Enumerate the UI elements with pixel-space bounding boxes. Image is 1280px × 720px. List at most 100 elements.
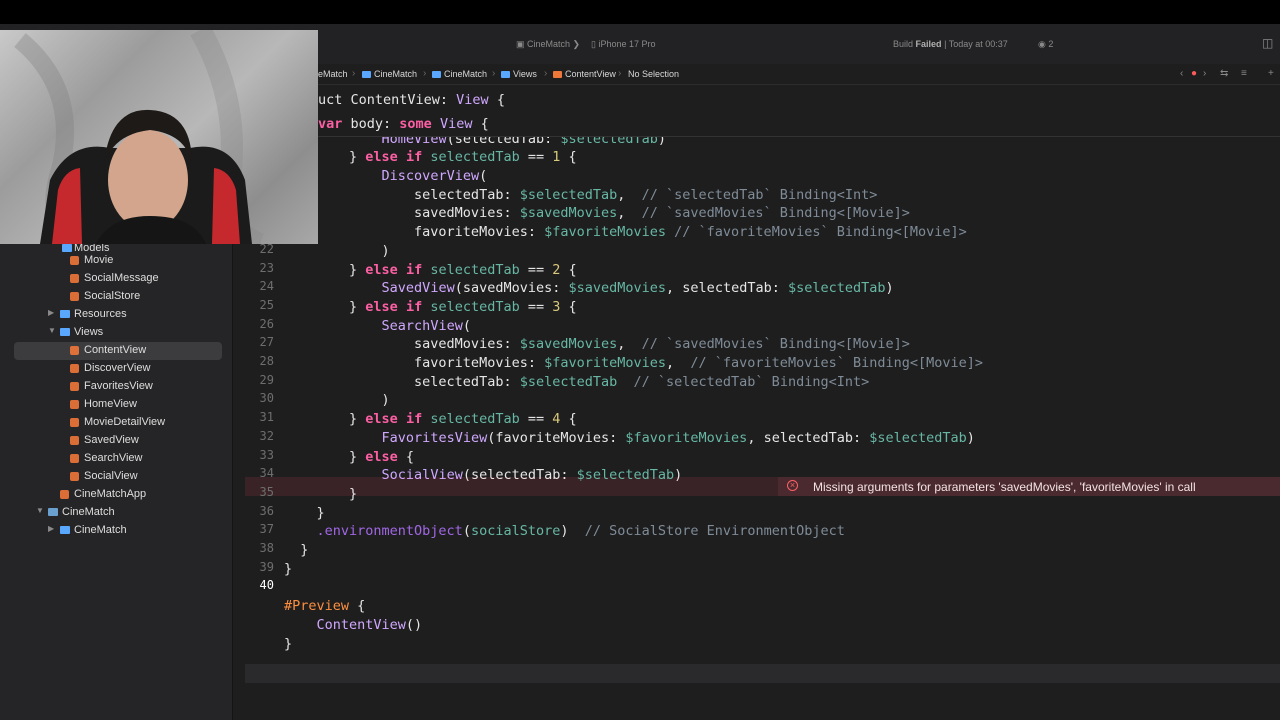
chevron-right-icon: › <box>423 68 427 79</box>
code-line[interactable]: SearchView( <box>284 318 471 334</box>
line-number: 38 <box>259 541 274 556</box>
disclosure-down-icon[interactable]: ▼ <box>48 326 56 335</box>
sticky-line-body: var body: some View { <box>318 116 489 132</box>
sidebar-item-searchview[interactable]: SearchView <box>14 450 222 468</box>
device-selector[interactable]: ▯ iPhone 17 Pro <box>591 39 656 50</box>
chevron-left-icon[interactable]: ‹ <box>1180 68 1183 79</box>
code-line[interactable]: } <box>284 561 292 577</box>
swift-file-icon <box>70 346 79 355</box>
webcam-overlay <box>0 30 318 244</box>
swift-file-icon <box>70 418 79 427</box>
sidebar-item-savedview[interactable]: SavedView <box>14 432 222 450</box>
sidebar-item-resources[interactable]: ▶ Resources <box>14 306 222 324</box>
code-line[interactable]: } <box>284 505 325 521</box>
folder-icon <box>60 526 70 534</box>
code-line[interactable]: .environmentObject(socialStore) // Socia… <box>284 523 845 539</box>
code-line[interactable]: } else if selectedTab == 4 { <box>284 411 577 427</box>
code-line[interactable]: } <box>284 486 357 502</box>
code-line[interactable]: savedMovies: $savedMovies, // `savedMovi… <box>284 336 910 352</box>
line-number: 40 <box>259 578 274 593</box>
code-line[interactable]: SavedView(savedMovies: $savedMovies, sel… <box>284 280 894 296</box>
sidebar-item-moviedetailview[interactable]: MovieDetailView <box>14 414 222 432</box>
inspector-toggle-icon[interactable]: ◫ <box>1262 36 1273 50</box>
sidebar-item-cinematch-folder[interactable]: ▶ CineMatch <box>14 522 222 540</box>
swift-file-icon <box>60 490 69 499</box>
code-line[interactable]: } else { <box>284 449 414 465</box>
swift-file-icon <box>70 256 79 265</box>
error-icon: × <box>787 480 798 491</box>
breadcrumb-folder-2[interactable]: CineMatch <box>432 69 487 79</box>
sidebar-item-cinematchapp[interactable]: CineMatchApp <box>14 486 222 504</box>
line-number: 31 <box>259 410 274 425</box>
code-line[interactable]: ) <box>284 243 390 259</box>
error-dot-icon[interactable]: ● <box>1191 68 1197 79</box>
disclosure-right-icon[interactable]: ▶ <box>48 308 54 317</box>
breadcrumb-project[interactable]: eMatch <box>318 69 348 79</box>
swift-file-icon <box>70 364 79 373</box>
folder-icon <box>432 71 441 78</box>
sidebar-item-socialview[interactable]: SocialView <box>14 468 222 486</box>
chevron-right-icon: › <box>544 68 548 79</box>
code-line[interactable]: } <box>284 636 292 652</box>
code-line[interactable]: #Preview { <box>284 598 365 614</box>
code-line[interactable]: favoriteMovies: $favoriteMovies // `favo… <box>284 224 967 240</box>
disclosure-down-icon[interactable]: ▼ <box>36 506 44 515</box>
line-number: 24 <box>259 279 274 294</box>
breadcrumb-folder-1[interactable]: CineMatch <box>362 69 417 79</box>
folder-icon <box>48 508 58 516</box>
folder-icon <box>60 328 70 336</box>
code-line[interactable]: savedMovies: $savedMovies, // `savedMovi… <box>284 205 910 221</box>
breadcrumb-file[interactable]: ContentView <box>553 69 616 79</box>
code-line[interactable]: SocialView(selectedTab: $selectedTab) <box>284 467 683 483</box>
code-line[interactable]: favoriteMovies: $favoriteMovies, // `fav… <box>284 355 983 371</box>
swift-file-icon <box>70 382 79 391</box>
code-line[interactable]: selectedTab: $selectedTab // `selectedTa… <box>284 374 869 390</box>
code-line[interactable]: FavoritesView(favoriteMovies: $favoriteM… <box>284 430 975 446</box>
line-number: 36 <box>259 503 274 518</box>
project-navigator: Models Movie SocialMessage SocialStore ▶… <box>0 242 233 720</box>
code-line[interactable]: ContentView() <box>284 617 423 633</box>
line-number: 35 <box>259 484 274 499</box>
editor-options-icon[interactable]: ≡ <box>1241 68 1247 79</box>
code-line[interactable]: } else if selectedTab == 2 { <box>284 262 577 278</box>
add-editor-icon[interactable]: + <box>1268 68 1274 79</box>
inline-error-banner[interactable]: × Missing arguments for parameters 'save… <box>778 477 1280 496</box>
chevron-right-icon: › <box>492 68 496 79</box>
sidebar-item-views[interactable]: ▼ Views <box>14 324 222 342</box>
scheme-selector[interactable]: ▣ CineMatch ❯ <box>516 39 580 50</box>
line-number: 26 <box>259 316 274 331</box>
sidebar-item-movie[interactable]: Movie <box>14 252 222 270</box>
code-editor[interactable]: HomeView(selectedTab: $selectedTab) } el… <box>284 131 1280 720</box>
sidebar-item-socialstore[interactable]: SocialStore <box>14 288 222 306</box>
sidebar-item-discoverview[interactable]: DiscoverView <box>14 360 222 378</box>
breadcrumb-views[interactable]: Views <box>501 69 537 79</box>
line-number: 30 <box>259 391 274 406</box>
chevron-right-icon: › <box>618 68 622 79</box>
line-number: 34 <box>259 466 274 481</box>
code-line[interactable]: ) <box>284 392 390 408</box>
folder-icon <box>501 71 510 78</box>
line-number: 27 <box>259 335 274 350</box>
line-number: 28 <box>259 354 274 369</box>
sidebar-item-cinematch-group[interactable]: ▼ CineMatch <box>14 504 222 522</box>
disclosure-right-icon[interactable]: ▶ <box>48 524 54 533</box>
related-items-icon[interactable]: ⇆ <box>1220 68 1228 79</box>
code-line[interactable]: } else if selectedTab == 3 { <box>284 299 577 315</box>
sidebar-item-contentview[interactable]: ContentView <box>14 342 222 360</box>
swift-file-icon <box>553 71 562 78</box>
sidebar-item-socialmessage[interactable]: SocialMessage <box>14 270 222 288</box>
issues-badge[interactable]: ◉ 2 <box>1038 39 1053 50</box>
sidebar-item-favoritesview[interactable]: FavoritesView <box>14 378 222 396</box>
code-line[interactable]: } <box>284 542 308 558</box>
breadcrumb-symbol[interactable]: No Selection <box>628 69 679 79</box>
chevron-right-icon[interactable]: › <box>1203 68 1206 79</box>
app-icon: ▣ <box>516 39 528 49</box>
build-status: Build Failed | Today at 00:37 <box>893 39 1008 49</box>
system-menu-bar <box>0 0 1280 24</box>
swift-file-icon <box>70 472 79 481</box>
code-line[interactable]: selectedTab: $selectedTab, // `selectedT… <box>284 187 877 203</box>
folder-icon <box>62 244 72 252</box>
code-line[interactable]: } else if selectedTab == 1 { <box>284 149 577 165</box>
jump-bar: eMatch › CineMatch › CineMatch › Views ›… <box>300 64 1280 85</box>
sidebar-item-homeview[interactable]: HomeView <box>14 396 222 414</box>
